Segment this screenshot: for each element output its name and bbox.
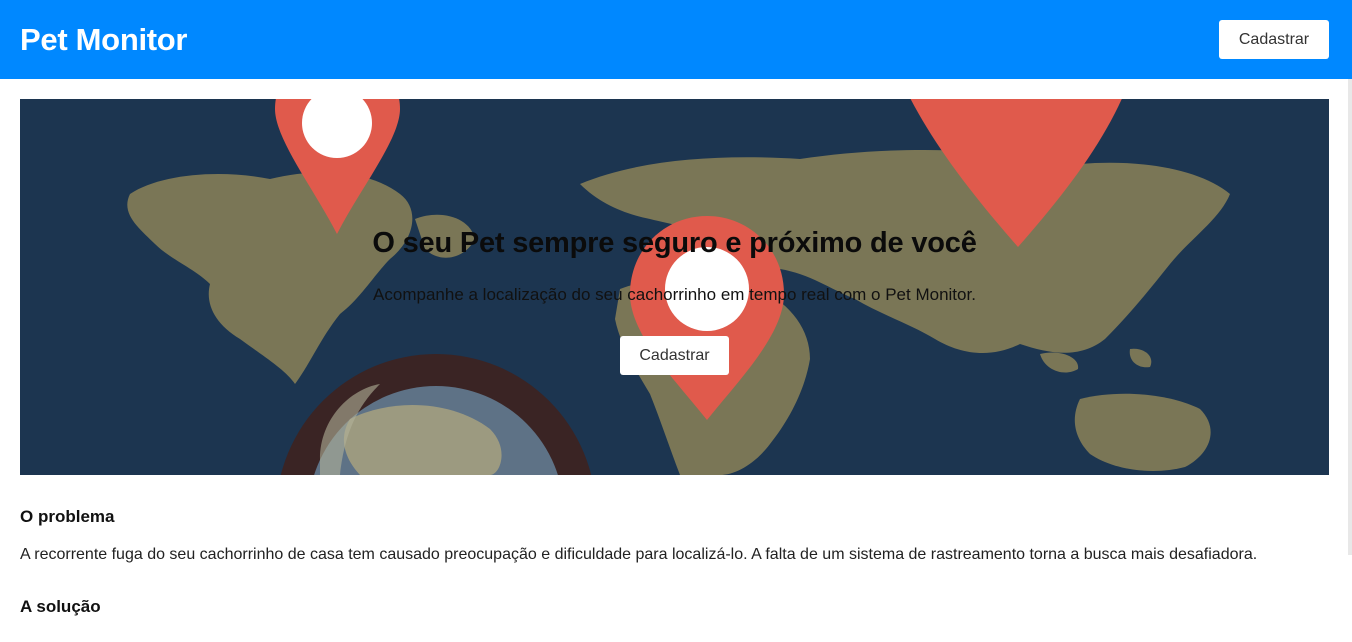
hero-title: O seu Pet sempre seguro e próximo de voc…: [372, 227, 977, 259]
register-button-hero[interactable]: Cadastrar: [620, 336, 729, 375]
problem-heading: O problema: [20, 507, 115, 526]
scrollbar[interactable]: [1348, 79, 1352, 555]
brand-logo[interactable]: Pet Monitor: [20, 22, 187, 58]
hero-banner: O seu Pet sempre seguro e próximo de voc…: [20, 99, 1329, 475]
solution-heading: A solução: [20, 597, 101, 616]
hero-subtitle: Acompanhe a localização do seu cachorrin…: [373, 285, 976, 304]
hero-content: O seu Pet sempre seguro e próximo de voc…: [20, 99, 1329, 475]
problem-text: A recorrente fuga do seu cachorrinho de …: [20, 546, 1258, 563]
register-button-header[interactable]: Cadastrar: [1219, 20, 1329, 59]
navbar: Pet Monitor Cadastrar: [0, 0, 1352, 79]
